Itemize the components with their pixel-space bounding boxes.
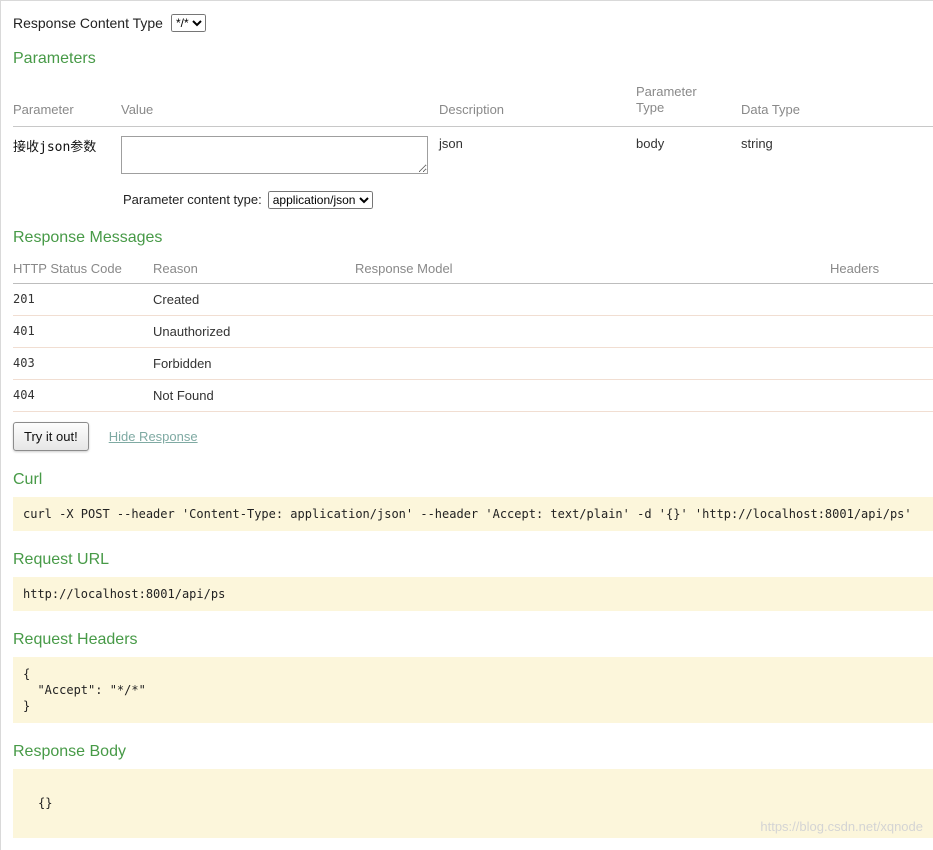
col-http-status-code: HTTP Status Code — [13, 255, 153, 284]
response-body-heading: Response Body — [13, 743, 933, 761]
col-parameter-type: Parameter Type — [636, 76, 741, 126]
col-headers: Headers — [830, 255, 933, 284]
table-row: 401 Unauthorized — [13, 315, 933, 347]
parameter-data-type: string — [741, 126, 933, 183]
parameter-description: json — [439, 126, 636, 183]
parameter-content-type-row: Parameter content type: application/json — [123, 191, 933, 209]
parameter-content-type-select[interactable]: application/json — [268, 191, 373, 209]
status-code: 404 — [13, 379, 153, 411]
action-row: Try it out! Hide Response — [13, 422, 933, 451]
curl-command: curl -X POST --header 'Content-Type: app… — [13, 497, 933, 531]
col-value: Value — [121, 76, 439, 126]
headers-cell — [830, 347, 933, 379]
curl-heading: Curl — [13, 471, 933, 489]
response-messages-header-row: HTTP Status Code Reason Response Model H… — [13, 255, 933, 284]
status-code: 401 — [13, 315, 153, 347]
response-content-type-row: Response Content Type */* — [13, 14, 933, 32]
headers-cell — [830, 283, 933, 315]
parameters-heading: Parameters — [13, 50, 933, 68]
reason: Unauthorized — [153, 315, 355, 347]
table-row: 201 Created — [13, 283, 933, 315]
table-row: 404 Not Found — [13, 379, 933, 411]
response-content-type-label: Response Content Type — [13, 15, 163, 31]
response-model — [355, 315, 830, 347]
table-row: 403 Forbidden — [13, 347, 933, 379]
request-url-value: http://localhost:8001/api/ps — [13, 577, 933, 611]
param-value-textarea[interactable] — [121, 136, 428, 174]
headers-cell — [830, 379, 933, 411]
response-model — [355, 283, 830, 315]
response-model — [355, 379, 830, 411]
request-headers-value: { "Accept": "*/*" } — [13, 657, 933, 724]
col-reason: Reason — [153, 255, 355, 284]
col-parameter: Parameter — [13, 76, 121, 126]
parameter-name: 接收json参数 — [13, 126, 121, 183]
request-url-heading: Request URL — [13, 551, 933, 569]
response-messages-heading: Response Messages — [13, 229, 933, 247]
reason: Forbidden — [153, 347, 355, 379]
parameter-row: 接收json参数 json body string — [13, 126, 933, 183]
response-content-type-select[interactable]: */* — [171, 14, 206, 32]
response-messages-table: HTTP Status Code Reason Response Model H… — [13, 255, 933, 412]
status-code: 403 — [13, 347, 153, 379]
request-headers-heading: Request Headers — [13, 631, 933, 649]
response-model — [355, 347, 830, 379]
parameter-value-cell — [121, 126, 439, 183]
hide-response-link[interactable]: Hide Response — [109, 429, 198, 444]
status-code: 201 — [13, 283, 153, 315]
col-data-type: Data Type — [741, 76, 933, 126]
reason: Created — [153, 283, 355, 315]
parameters-header-row: Parameter Value Description Parameter Ty… — [13, 76, 933, 126]
parameter-content-type-label: Parameter content type: — [123, 192, 262, 207]
swagger-operation-panel: Response Content Type */* Parameters Par… — [0, 0, 933, 850]
parameters-table: Parameter Value Description Parameter Ty… — [13, 76, 933, 183]
response-body-value: {} — [13, 769, 933, 837]
col-description: Description — [439, 76, 636, 126]
parameter-type: body — [636, 126, 741, 183]
col-response-model: Response Model — [355, 255, 830, 284]
try-it-out-button[interactable]: Try it out! — [13, 422, 89, 451]
reason: Not Found — [153, 379, 355, 411]
headers-cell — [830, 315, 933, 347]
